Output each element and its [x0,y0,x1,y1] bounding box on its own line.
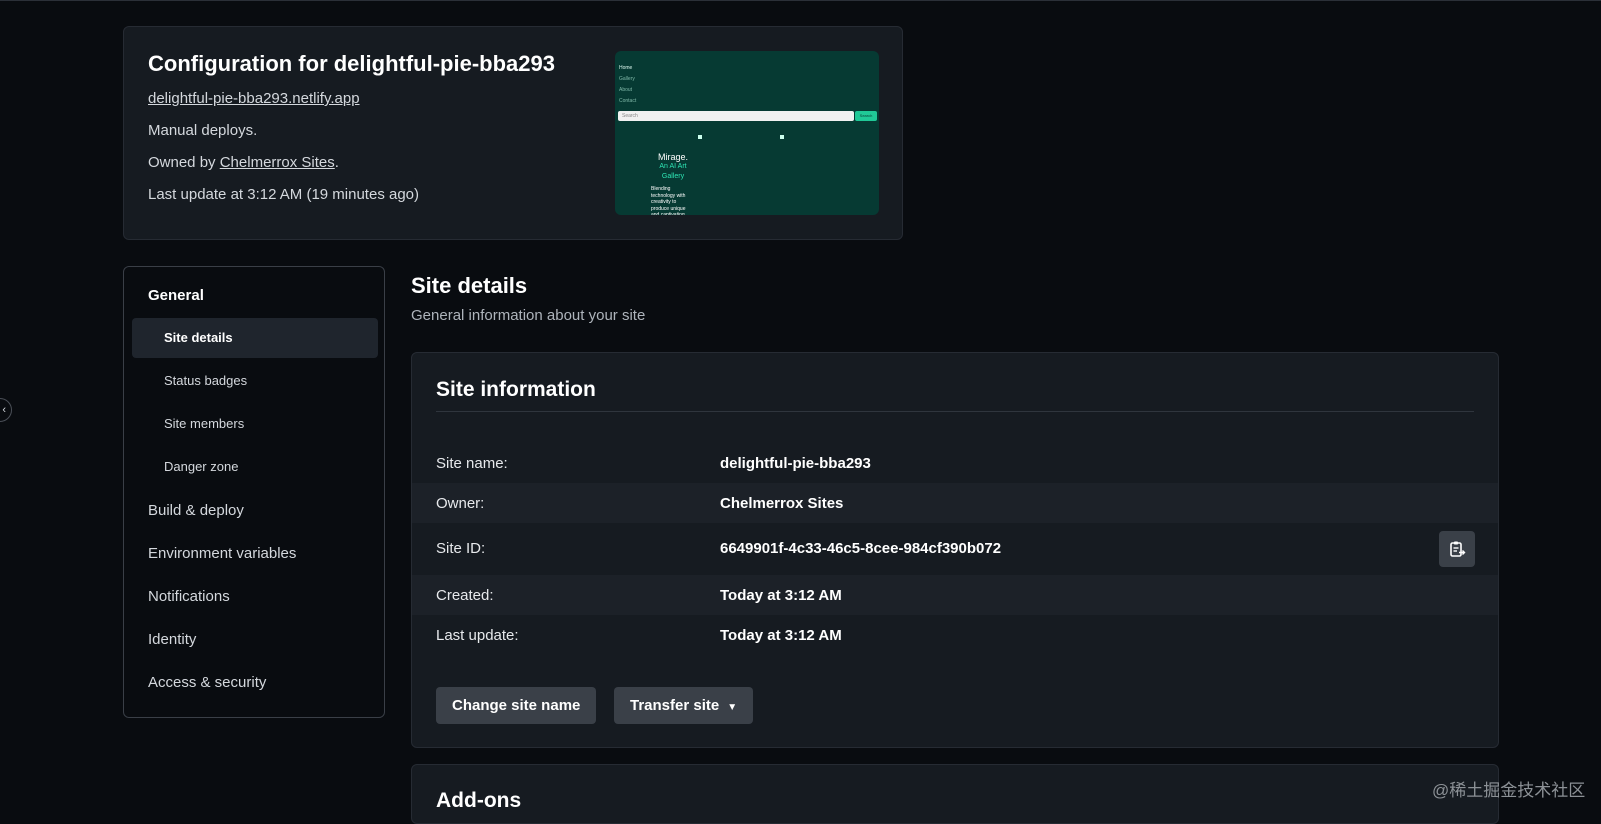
owned-by-suffix: . [334,154,339,171]
info-row-site-id: Site ID: 6649901f-4c33-46c5-8cee-984cf39… [412,523,1498,575]
preview-nav-about: About [619,87,633,93]
transfer-site-button[interactable]: Transfer site ▼ [614,687,754,724]
row-value: delightful-pie-bba293 [720,455,871,472]
add-ons-card: Add-ons [411,764,1499,824]
preview-search-input: Search [618,111,854,121]
owned-by-prefix: Owned by [148,154,220,171]
add-ons-title: Add-ons [436,789,522,812]
preview-nav-gallery: Gallery [619,76,635,82]
site-information-title: Site information [436,378,596,401]
sidebar-item-danger-zone[interactable]: Danger zone [132,447,378,487]
info-row-site-name: Site name: delightful-pie-bba293 [412,443,1498,483]
preview-image-icon [698,135,702,139]
page-title: Site details [411,273,528,298]
row-value: Chelmerrox Sites [720,495,844,512]
preview-nav-contact: Contact [619,98,637,104]
preview-heading: Mirage. [657,152,688,162]
sidebar-item-build-deploy[interactable]: Build & deploy [148,502,244,519]
preview-search-button: Search [855,111,877,121]
clipboard-copy-icon [1450,541,1466,557]
preview-subheading: An AI Art Gallery [659,163,687,180]
preview-image-icon [780,135,784,139]
owner-link[interactable]: Chelmerrox Sites [220,154,335,171]
copy-site-id-button[interactable] [1439,531,1475,567]
site-information-card: Site information Site name: delightful-p… [411,352,1499,748]
change-site-name-button[interactable]: Change site name [436,687,597,724]
sidebar-item-status-badges[interactable]: Status badges [132,361,378,401]
deploy-mode: Manual deploys. [148,122,258,139]
sidebar-item-site-members[interactable]: Site members [132,404,378,444]
config-title: Configuration for delightful-pie-bba293 [148,51,555,76]
row-value: Today at 3:12 AM [720,587,842,604]
row-label: Site ID: [436,540,486,557]
row-label: Last update: [436,627,519,644]
site-url-line: delightful-pie-bba293.netlify.app [148,90,360,107]
owned-by-line: Owned by Chelmerrox Sites. [148,154,339,171]
row-value: Today at 3:12 AM [720,627,842,644]
info-row-owner: Owner: Chelmerrox Sites [412,483,1498,523]
chevron-left-icon: ‹ [2,404,6,416]
page-subtitle: General information about your site [411,307,646,324]
top-divider [0,0,1601,1]
transfer-site-label: Transfer site [630,697,720,714]
site-config-card: Configuration for delightful-pie-bba293 … [123,26,903,240]
info-row-last-update: Last update: Today at 3:12 AM [412,615,1498,655]
site-url-link[interactable]: delightful-pie-bba293.netlify.app [148,90,360,107]
info-row-created: Created: Today at 3:12 AM [412,575,1498,615]
watermark: @稀土掘金技术社区 [1432,781,1586,800]
settings-sidebar: General Site details Status badges Site … [123,266,385,718]
row-label: Created: [436,587,494,604]
sidebar-item-environment-variables[interactable]: Environment variables [148,545,296,562]
sidebar-group-general[interactable]: General [148,287,204,304]
chevron-down-icon: ▼ [727,702,738,713]
row-value: 6649901f-4c33-46c5-8cee-984cf390b072 [720,540,1002,557]
card-divider [436,411,1474,412]
preview-nav-home: Home [619,65,633,71]
row-label: Site name: [436,455,508,472]
sidebar-item-site-details[interactable]: Site details [132,318,378,358]
sidebar-item-identity[interactable]: Identity [148,631,196,648]
site-preview-thumbnail[interactable]: Home Gallery About Contact Search Search… [615,51,879,215]
row-label: Owner: [436,495,485,512]
preview-body-text: Blending technology with creativity to p… [651,186,686,215]
sidebar-item-notifications[interactable]: Notifications [148,588,230,605]
sidebar-item-access-security[interactable]: Access & security [148,674,266,691]
collapse-sidebar-button[interactable]: ‹ [0,398,12,422]
last-update-line: Last update at 3:12 AM (19 minutes ago) [148,186,420,203]
